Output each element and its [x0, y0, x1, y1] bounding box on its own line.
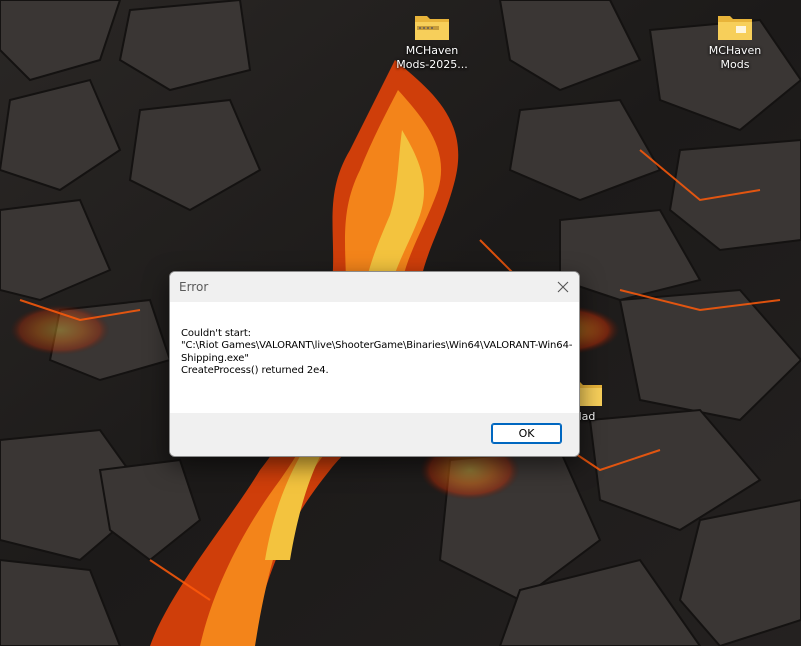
desktop-icon-label: MCHaven Mods — [708, 44, 762, 71]
message-line: Couldn't start: — [181, 328, 251, 339]
close-icon — [557, 281, 569, 293]
close-button[interactable] — [547, 272, 579, 302]
ok-button[interactable]: OK — [491, 423, 562, 444]
error-dialog: Error Couldn't start: "C:\Riot Games\VAL… — [169, 271, 580, 457]
folder-icon — [718, 16, 752, 40]
error-message: Couldn't start: "C:\Riot Games\VALORANT\… — [181, 328, 573, 377]
dialog-titlebar[interactable]: Error — [170, 272, 579, 302]
dialog-footer: OK — [170, 413, 579, 456]
dialog-title: Error — [179, 280, 209, 294]
message-line: CreateProcess() returned 2e4. — [181, 364, 329, 376]
desktop-icon-mchaven-folder[interactable]: MCHaven Mods — [694, 12, 776, 72]
desktop-icon-label: MCHaven Mods-2025... — [396, 44, 468, 71]
message-line: "C:\Riot Games\VALORANT\live\ShooterGame… — [181, 340, 573, 364]
zip-folder-icon — [415, 16, 449, 40]
desktop-icon-mchaven-zip[interactable]: MCHaven Mods-2025... — [391, 12, 473, 72]
